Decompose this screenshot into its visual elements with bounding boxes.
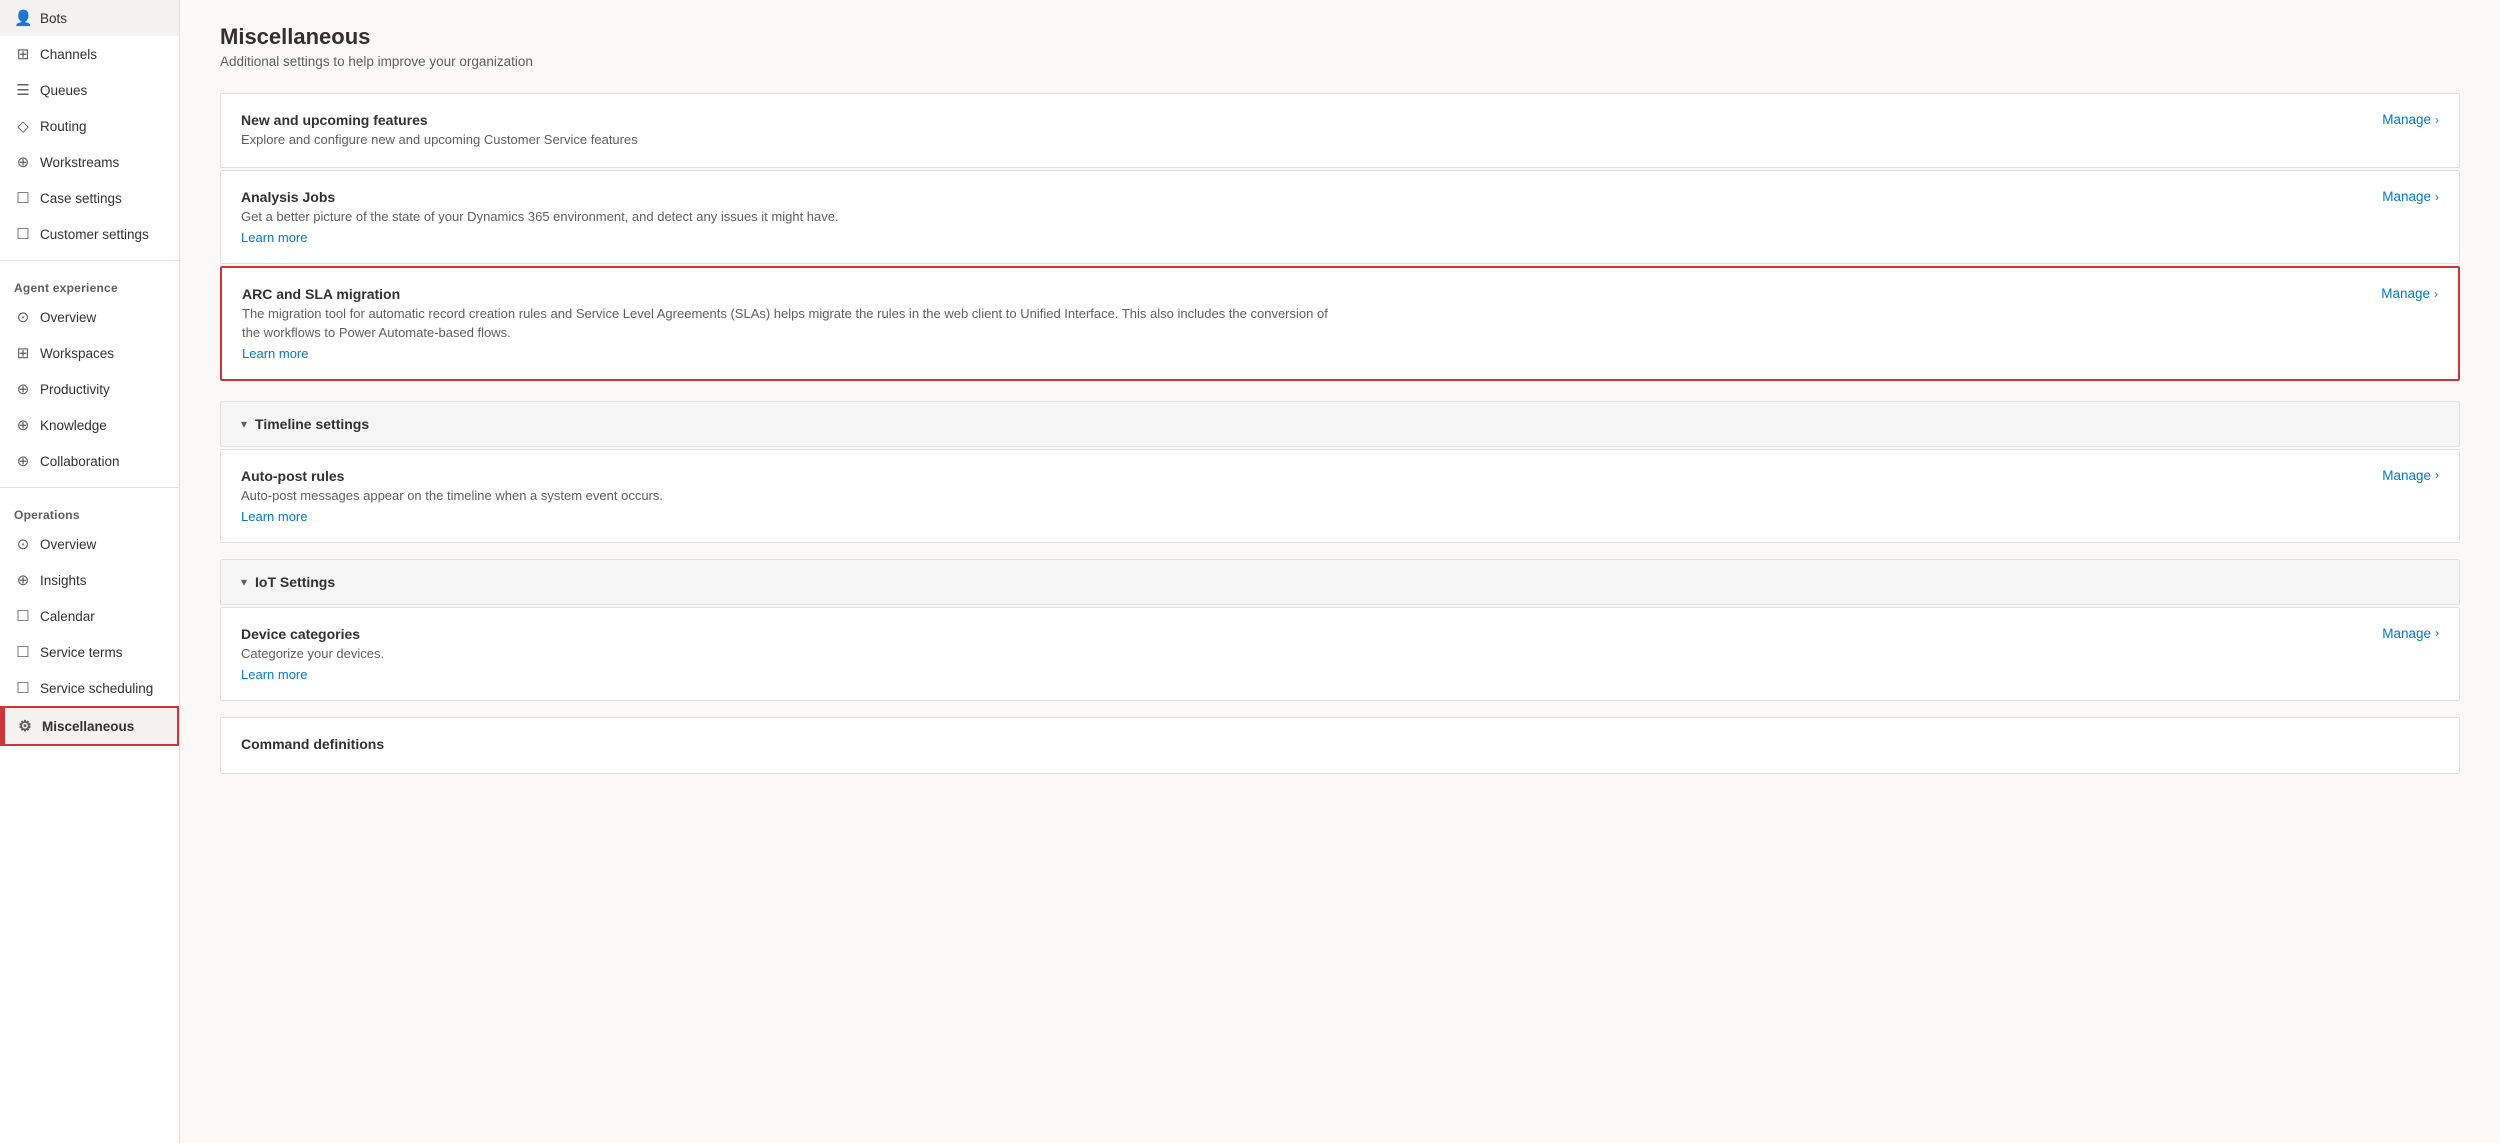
sidebar-item-insights[interactable]: ⊕ Insights [0, 562, 179, 598]
arc-sla-content: ARC and SLA migration The migration tool… [242, 286, 2357, 360]
queues-icon: ☰ [14, 81, 32, 99]
analysis-jobs-learn-more-link[interactable]: Learn more [241, 230, 307, 245]
sidebar-item-overview-agent[interactable]: ⊙ Overview [0, 299, 179, 335]
auto-post-rules-manage-button[interactable]: Manage › [2382, 468, 2439, 483]
calendar-icon: ☐ [14, 607, 32, 625]
device-categories-title: Device categories [241, 626, 2358, 642]
case-settings-icon: ☐ [14, 189, 32, 207]
device-categories-learn-more-link[interactable]: Learn more [241, 667, 307, 682]
new-upcoming-section: New and upcoming features Explore and co… [220, 93, 2460, 168]
sidebar-item-workstreams[interactable]: ⊕ Workstreams [0, 144, 179, 180]
analysis-jobs-desc: Get a better picture of the state of you… [241, 208, 1341, 226]
knowledge-icon: ⊕ [14, 416, 32, 434]
iot-settings-header[interactable]: ▾ IoT Settings [220, 559, 2460, 605]
main-content: Miscellaneous Additional settings to hel… [180, 0, 2500, 1143]
sidebar-item-productivity[interactable]: ⊕ Productivity [0, 371, 179, 407]
analysis-jobs-title: Analysis Jobs [241, 189, 2358, 205]
new-upcoming-manage-chevron: › [2435, 113, 2439, 127]
arc-sla-title: ARC and SLA migration [242, 286, 2357, 302]
timeline-settings-chevron: ▾ [241, 417, 247, 431]
arc-sla-manage-button[interactable]: Manage › [2381, 286, 2438, 301]
timeline-settings-header[interactable]: ▾ Timeline settings [220, 401, 2460, 447]
analysis-jobs-section: Analysis Jobs Get a better picture of th… [220, 170, 2460, 264]
timeline-settings-content: Auto-post rules Auto-post messages appea… [220, 449, 2460, 543]
analysis-jobs-manage-button[interactable]: Manage › [2382, 189, 2439, 204]
page-subtitle: Additional settings to help improve your… [220, 54, 2460, 69]
command-definitions-content: Command definitions [241, 736, 2439, 755]
auto-post-rules-content: Auto-post rules Auto-post messages appea… [241, 468, 2358, 524]
command-definitions-title: Command definitions [241, 736, 2439, 752]
device-categories-content: Device categories Categorize your device… [241, 626, 2358, 682]
iot-settings-chevron: ▾ [241, 575, 247, 589]
analysis-jobs-manage-chevron: › [2435, 190, 2439, 204]
workstreams-icon: ⊕ [14, 153, 32, 171]
service-scheduling-icon: ☐ [14, 679, 32, 697]
analysis-jobs-content: Analysis Jobs Get a better picture of th… [241, 189, 2358, 245]
sidebar-item-bots[interactable]: 👤 Bots [0, 0, 179, 36]
new-upcoming-row: New and upcoming features Explore and co… [221, 94, 2459, 167]
auto-post-rules-desc: Auto-post messages appear on the timelin… [241, 487, 1341, 505]
sidebar-item-calendar[interactable]: ☐ Calendar [0, 598, 179, 634]
device-categories-desc: Categorize your devices. [241, 645, 1341, 663]
new-upcoming-manage-button[interactable]: Manage › [2382, 112, 2439, 127]
auto-post-rules-manage-chevron: › [2435, 468, 2439, 482]
new-upcoming-title: New and upcoming features [241, 112, 2358, 128]
sidebar-item-overview-ops[interactable]: ⊙ Overview [0, 526, 179, 562]
arc-sla-manage-chevron: › [2434, 287, 2438, 301]
service-terms-icon: ☐ [14, 643, 32, 661]
iot-settings-label: IoT Settings [255, 574, 335, 590]
sidebar: 👤 Bots ⊞ Channels ☰ Queues ◇ Routing ⊕ W… [0, 0, 180, 1143]
arc-sla-row: ARC and SLA migration The migration tool… [222, 268, 2458, 378]
bots-icon: 👤 [14, 9, 32, 27]
collaboration-icon: ⊕ [14, 452, 32, 470]
insights-icon: ⊕ [14, 571, 32, 589]
new-upcoming-desc: Explore and configure new and upcoming C… [241, 131, 1341, 149]
sidebar-item-service-scheduling[interactable]: ☐ Service scheduling [0, 670, 179, 706]
timeline-settings-label: Timeline settings [255, 416, 369, 432]
arc-sla-learn-more-link[interactable]: Learn more [242, 346, 308, 361]
sidebar-item-channels[interactable]: ⊞ Channels [0, 36, 179, 72]
arc-sla-desc: The migration tool for automatic record … [242, 305, 1342, 341]
workspaces-icon: ⊞ [14, 344, 32, 362]
overview-ops-icon: ⊙ [14, 535, 32, 553]
overview-agent-icon: ⊙ [14, 308, 32, 326]
miscellaneous-icon: ⚙ [16, 717, 34, 735]
divider-2 [0, 487, 179, 488]
command-definitions-section: Command definitions [220, 717, 2460, 774]
productivity-icon: ⊕ [14, 380, 32, 398]
command-definitions-row: Command definitions [221, 718, 2459, 773]
customer-settings-icon: ☐ [14, 225, 32, 243]
analysis-jobs-row: Analysis Jobs Get a better picture of th… [221, 171, 2459, 263]
device-categories-manage-button[interactable]: Manage › [2382, 626, 2439, 641]
arc-sla-section: ARC and SLA migration The migration tool… [220, 266, 2460, 380]
device-categories-row: Device categories Categorize your device… [221, 608, 2459, 700]
sidebar-item-queues[interactable]: ☰ Queues [0, 72, 179, 108]
sidebar-item-knowledge[interactable]: ⊕ Knowledge [0, 407, 179, 443]
divider-1 [0, 260, 179, 261]
sidebar-item-collaboration[interactable]: ⊕ Collaboration [0, 443, 179, 479]
device-categories-manage-chevron: › [2435, 626, 2439, 640]
sidebar-item-workspaces[interactable]: ⊞ Workspaces [0, 335, 179, 371]
iot-settings-content: Device categories Categorize your device… [220, 607, 2460, 701]
sidebar-item-routing[interactable]: ◇ Routing [0, 108, 179, 144]
operations-section-label: Operations [0, 496, 179, 526]
sidebar-item-miscellaneous[interactable]: ⚙ Miscellaneous [0, 706, 179, 746]
sidebar-item-service-terms[interactable]: ☐ Service terms [0, 634, 179, 670]
new-upcoming-content: New and upcoming features Explore and co… [241, 112, 2358, 149]
sidebar-item-case-settings[interactable]: ☐ Case settings [0, 180, 179, 216]
auto-post-rules-title: Auto-post rules [241, 468, 2358, 484]
agent-experience-section-label: Agent experience [0, 269, 179, 299]
routing-icon: ◇ [14, 117, 32, 135]
auto-post-rules-row: Auto-post rules Auto-post messages appea… [221, 450, 2459, 542]
auto-post-rules-learn-more-link[interactable]: Learn more [241, 509, 307, 524]
sidebar-item-customer-settings[interactable]: ☐ Customer settings [0, 216, 179, 252]
channels-icon: ⊞ [14, 45, 32, 63]
page-title: Miscellaneous [220, 24, 2460, 50]
